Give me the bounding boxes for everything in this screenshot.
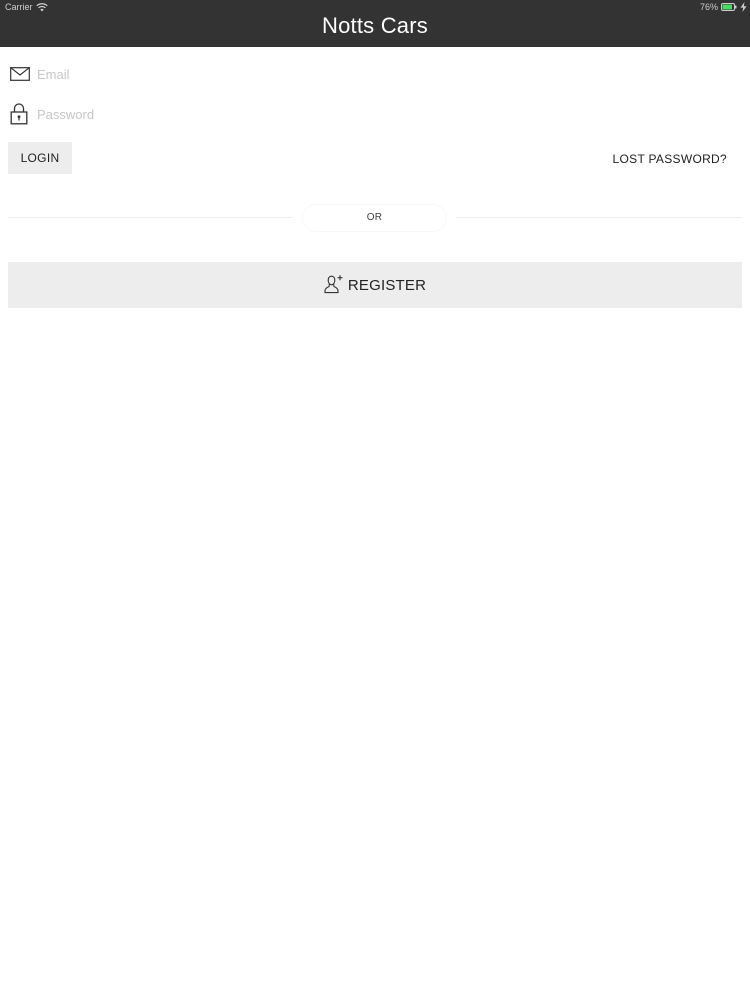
login-button[interactable]: LOGIN: [8, 142, 72, 174]
register-label: REGISTER: [347, 276, 427, 294]
register-button[interactable]: REGISTER: [8, 262, 742, 308]
email-row: [8, 56, 742, 92]
divider-right: [456, 217, 742, 218]
or-separator: OR: [303, 205, 446, 231]
carrier-label: Carrier: [5, 2, 33, 12]
lost-password-link[interactable]: LOST PASSWORD?: [613, 152, 727, 166]
navigation-bar: Carrier 76% Notts Cars: [0, 0, 750, 47]
battery-percent: 76%: [699, 2, 718, 12]
charging-icon: [740, 2, 747, 12]
lock-icon: [10, 103, 28, 125]
register-button-content: REGISTER: [8, 262, 742, 308]
password-input[interactable]: [37, 96, 727, 132]
app-title: Notts Cars: [322, 13, 428, 38]
wifi-icon: [36, 3, 48, 12]
envelope-icon: [10, 67, 30, 81]
password-row: [8, 96, 742, 132]
email-input[interactable]: [37, 56, 727, 92]
battery-icon: [721, 3, 737, 11]
divider-left: [8, 217, 292, 218]
add-user-icon: [324, 275, 343, 294]
